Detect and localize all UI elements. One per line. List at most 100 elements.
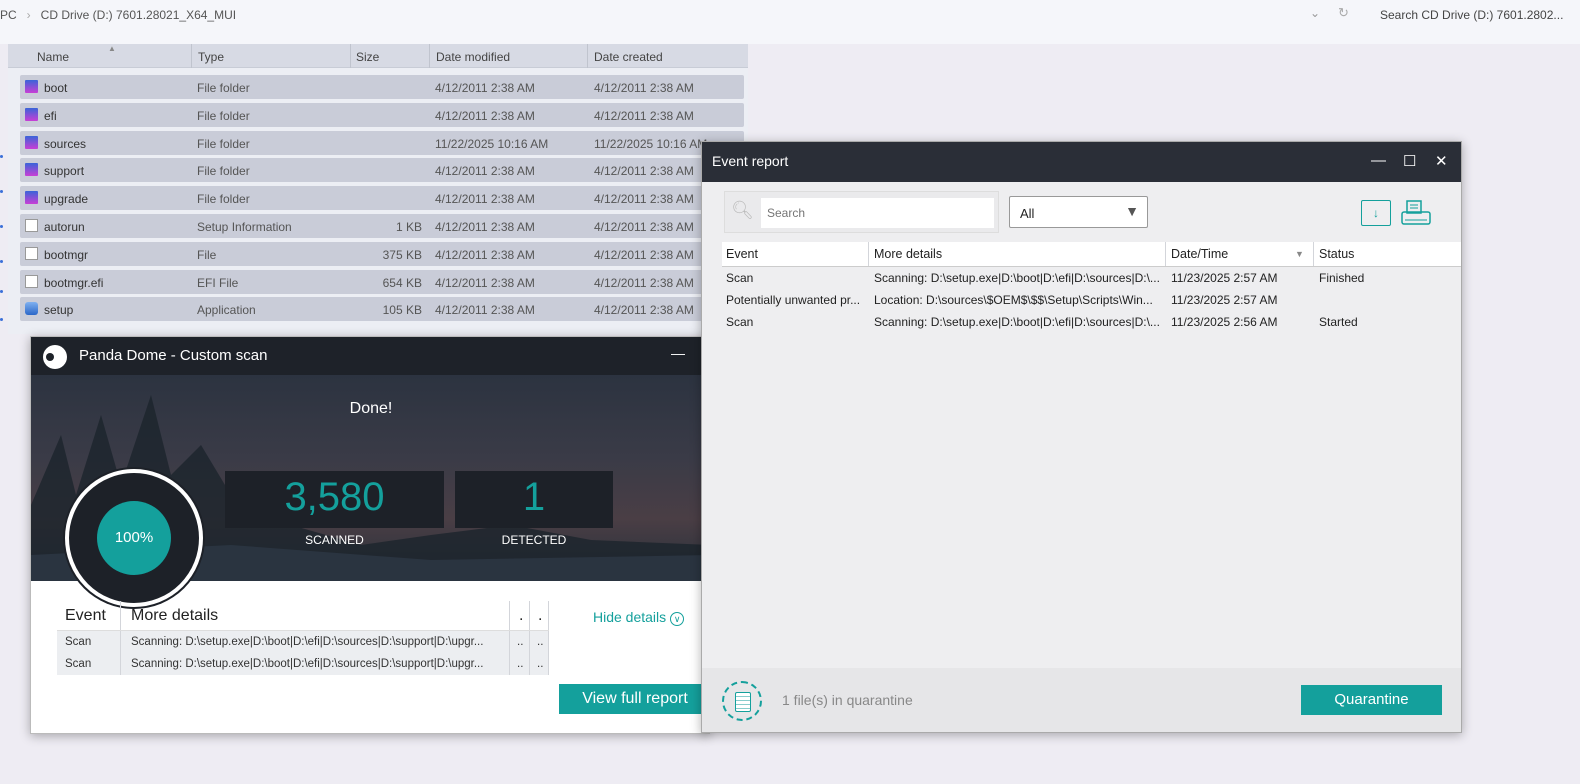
minimize-button[interactable]: —	[1371, 152, 1386, 169]
header-event[interactable]: Event	[65, 607, 106, 625]
file-type: Setup Information	[197, 220, 292, 234]
file-name: autorun	[44, 220, 85, 234]
column-size[interactable]: Size	[356, 50, 379, 64]
quarantine-footer: 1 file(s) in quarantine Quarantine	[702, 668, 1461, 732]
file-date-modified: 4/12/2011 2:38 AM	[435, 164, 535, 179]
header-col3[interactable]: .	[519, 607, 523, 625]
col3-cell: ..	[517, 658, 524, 670]
table-row[interactable]: Scan Scanning: D:\setup.exe|D:\boot|D:\e…	[722, 267, 1461, 289]
file-size: 654 KB	[382, 275, 422, 290]
file-date-modified: 4/12/2011 2:38 AM	[435, 81, 535, 95]
hide-details-label: Hide details	[593, 609, 667, 625]
file-date-created: 4/12/2011 2:38 AM	[594, 247, 694, 262]
column-date-created[interactable]: Date created	[594, 50, 663, 64]
print-icon[interactable]	[1401, 200, 1431, 226]
event-cell: Scan	[65, 636, 92, 648]
explorer-search-input[interactable]: Search CD Drive (D:) 7601.2802...	[1380, 8, 1563, 22]
column-date-modified[interactable]: Date modified	[436, 50, 510, 64]
file-row[interactable]: sources File folder 11/22/2025 10:16 AM …	[20, 130, 744, 155]
search-input[interactable]	[761, 198, 994, 228]
file-name: bootmgr	[44, 247, 89, 262]
filter-value: All	[1020, 206, 1035, 221]
event-report-title-bar: Event report — ☐ ✕	[702, 142, 1461, 182]
file-type: File folder	[197, 192, 250, 207]
breadcrumb-cd-drive[interactable]: CD Drive (D:) 7601.28021_X64_MUI	[41, 8, 236, 22]
file-size: 105 KB	[382, 303, 422, 318]
event-cell: Potentially unwanted pr...	[726, 293, 861, 307]
close-button[interactable]: ✕	[1435, 152, 1448, 170]
minimize-button[interactable]: —	[671, 345, 685, 361]
file-date-created: 4/12/2011 2:38 AM	[594, 303, 694, 318]
table-row[interactable]: Scan Scanning: D:\setup.exe|D:\boot|D:\e…	[57, 653, 549, 675]
details-cell: Location: D:\sources\$OEM$\$$\Setup\Scri…	[874, 293, 1153, 307]
table-row[interactable]: Potentially unwanted pr... Location: D:\…	[722, 289, 1461, 311]
scanned-stat: 3,580 SCANNED	[225, 471, 444, 547]
event-table: Event More details Date/Time ▼ Status Sc…	[722, 242, 1461, 333]
quarantine-button[interactable]: Quarantine	[1301, 685, 1442, 715]
window-title: Panda Dome - Custom scan	[79, 347, 268, 364]
file-name: support	[44, 164, 85, 179]
header-event[interactable]: Event	[726, 247, 758, 261]
file-type: File folder	[197, 136, 250, 151]
scanned-count: 3,580	[284, 475, 385, 519]
panda-logo-icon	[43, 345, 67, 369]
dropdown-arrow-icon: ▼	[1125, 203, 1139, 219]
chevron-down-icon[interactable]: ⌄	[1310, 6, 1320, 20]
column-name[interactable]: Name	[37, 50, 69, 64]
file-type: File folder	[197, 108, 250, 123]
hide-details-link[interactable]: Hide details ∨	[593, 609, 685, 626]
search-icon: 🔍︎	[731, 200, 754, 220]
sort-descending-icon: ▼	[1295, 249, 1304, 259]
column-type[interactable]: Type	[198, 50, 224, 64]
breadcrumb-pc[interactable]: PC	[0, 8, 17, 22]
export-folder-icon[interactable]: ↓	[1361, 200, 1391, 226]
app-icon	[25, 302, 38, 316]
table-row[interactable]: Scan Scanning: D:\setup.exe|D:\boot|D:\e…	[722, 311, 1461, 333]
file-row[interactable]: boot File folder 4/12/2011 2:38 AM 4/12/…	[20, 75, 744, 99]
event-cell: Scan	[726, 315, 754, 329]
file-date-modified: 4/12/2011 2:38 AM	[435, 303, 535, 318]
file-row[interactable]: setup Application 105 KB 4/12/2011 2:38 …	[20, 297, 744, 322]
file-date-modified: 4/12/2011 2:38 AM	[435, 275, 535, 290]
file-date-created: 4/12/2011 2:38 AM	[594, 81, 694, 95]
header-date-time[interactable]: Date/Time	[1171, 247, 1228, 261]
status-cell: Finished	[1319, 271, 1365, 285]
event-report-window: Event report — ☐ ✕ 🔍︎ All ▼ ↓ Event More…	[701, 141, 1462, 733]
breadcrumb[interactable]: PC › CD Drive (D:) 7601.28021_X64_MUI	[0, 8, 246, 22]
header-col4[interactable]: .	[538, 607, 542, 625]
header-more-details[interactable]: More details	[131, 607, 218, 625]
file-name: boot	[44, 81, 68, 95]
quarantine-icon	[722, 681, 762, 721]
table-header: Event More details . .	[57, 601, 549, 631]
window-title: Event report	[712, 153, 789, 169]
file-name: upgrade	[44, 192, 89, 207]
header-status[interactable]: Status	[1319, 247, 1354, 261]
file-date-created: 4/12/2011 2:38 AM	[594, 220, 694, 234]
file-date-created: 4/12/2011 2:38 AM	[594, 275, 694, 290]
file-row[interactable]: support File folder 4/12/2011 2:38 AM 4/…	[20, 158, 744, 183]
maximize-button[interactable]: ☐	[1403, 152, 1416, 170]
file-date-created: 11/22/2025 10:16 AM	[594, 136, 708, 151]
view-full-report-button[interactable]: View full report	[559, 684, 711, 714]
file-date-created: 4/12/2011 2:38 AM	[594, 108, 694, 123]
datetime-cell: 11/23/2025 2:56 AM	[1171, 315, 1278, 329]
filter-dropdown[interactable]: All ▼	[1009, 196, 1148, 228]
event-cell: Scan	[65, 658, 92, 670]
col4-cell: ..	[537, 658, 544, 670]
status-cell: Started	[1319, 315, 1358, 329]
table-row[interactable]: Scan Scanning: D:\setup.exe|D:\boot|D:\e…	[57, 631, 549, 653]
file-row[interactable]: upgrade File folder 4/12/2011 2:38 AM 4/…	[20, 186, 744, 211]
file-row[interactable]: bootmgr.efi EFI File 654 KB 4/12/2011 2:…	[20, 269, 744, 294]
refresh-icon[interactable]: ↻	[1338, 5, 1349, 21]
file-type: Application	[197, 303, 256, 318]
sort-ascending-icon: ▲	[108, 44, 116, 53]
details-cell: Scanning: D:\setup.exe|D:\boot|D:\efi|D:…	[131, 636, 484, 648]
detected-label: DETECTED	[501, 533, 567, 547]
file-icon	[25, 274, 38, 288]
chevron-circle-icon: ∨	[670, 612, 685, 626]
details-cell: Scanning: D:\setup.exe|D:\boot|D:\efi|D:…	[131, 658, 484, 670]
file-row[interactable]: bootmgr File 375 KB 4/12/2011 2:38 AM 4/…	[20, 241, 744, 266]
file-row[interactable]: efi File folder 4/12/2011 2:38 AM 4/12/2…	[20, 102, 744, 127]
header-more-details[interactable]: More details	[874, 247, 942, 261]
file-row[interactable]: autorun Setup Information 1 KB 4/12/2011…	[20, 214, 744, 238]
